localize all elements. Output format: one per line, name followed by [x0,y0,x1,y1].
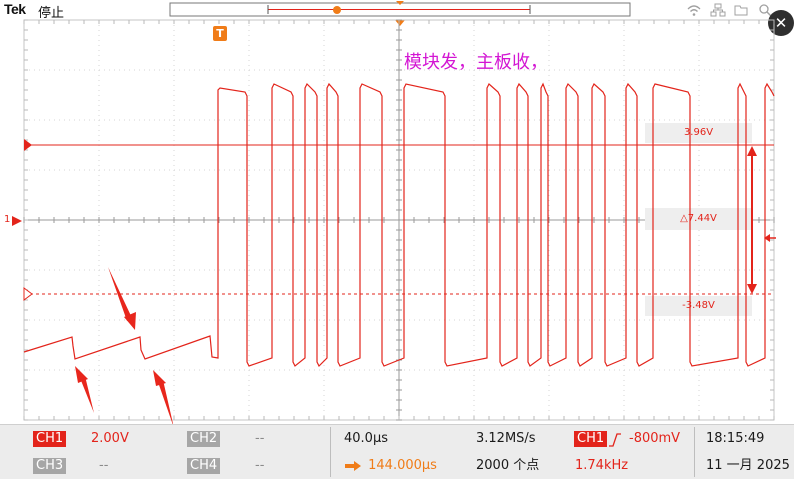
record-length[interactable]: 2000 个点 [476,458,539,474]
horizontal-position: 144.000µs [368,458,437,473]
ch1-marker-label: 1 [4,214,11,225]
status-bar: CH1 2.00V CH2 -- CH3 -- CH4 -- 40.0µs 14… [0,424,794,479]
annotation-arrows [75,267,174,424]
trigger-slope-icon[interactable] [608,431,622,450]
ch3-value: -- [99,458,109,473]
lower-cursor-value: -3.48V [682,300,715,311]
upper-cursor-marker [24,139,32,151]
ch4-badge[interactable]: CH4 [187,458,221,474]
ch3-badge[interactable]: CH3 [33,458,67,474]
annotation-text: 模块发，主板收， [404,52,548,73]
horizontal-position-arrow-icon [345,460,361,471]
clock-date: 11 一月 2025 [706,458,790,473]
ch1-badge[interactable]: CH1 [33,431,67,447]
horizontal-position-row[interactable]: 144.000µs [344,458,437,474]
ch4-value: -- [255,458,265,473]
trigger-frequency: 1.74kHz [575,458,629,473]
trigger-source-badge[interactable]: CH1 [574,431,608,447]
annotation-arrow-2 [75,366,94,413]
trigger-level[interactable]: -800mV [629,431,680,447]
clock-time: 18:15:49 [706,431,765,446]
ch2-value: -- [255,431,265,446]
upper-cursor-value: 3.96V [683,127,714,138]
ch1-ground-marker [12,216,22,226]
annotation-arrow-1 [108,267,136,330]
status-divider [330,427,331,477]
annotation-arrow-3 [153,370,174,424]
sample-rate: 3.12MS/s [476,431,536,446]
record-trigger-marker [333,6,341,14]
timebase[interactable]: 40.0µs [344,431,388,447]
ch1-scale[interactable]: 2.00V [91,431,129,447]
horizontal-position-marker [395,20,405,26]
trigger-position-badge[interactable]: T [213,26,227,41]
waveform-display[interactable] [0,0,794,424]
ch2-badge[interactable]: CH2 [187,431,221,447]
status-divider [694,427,695,477]
delta-value: △7.44V [680,213,717,224]
